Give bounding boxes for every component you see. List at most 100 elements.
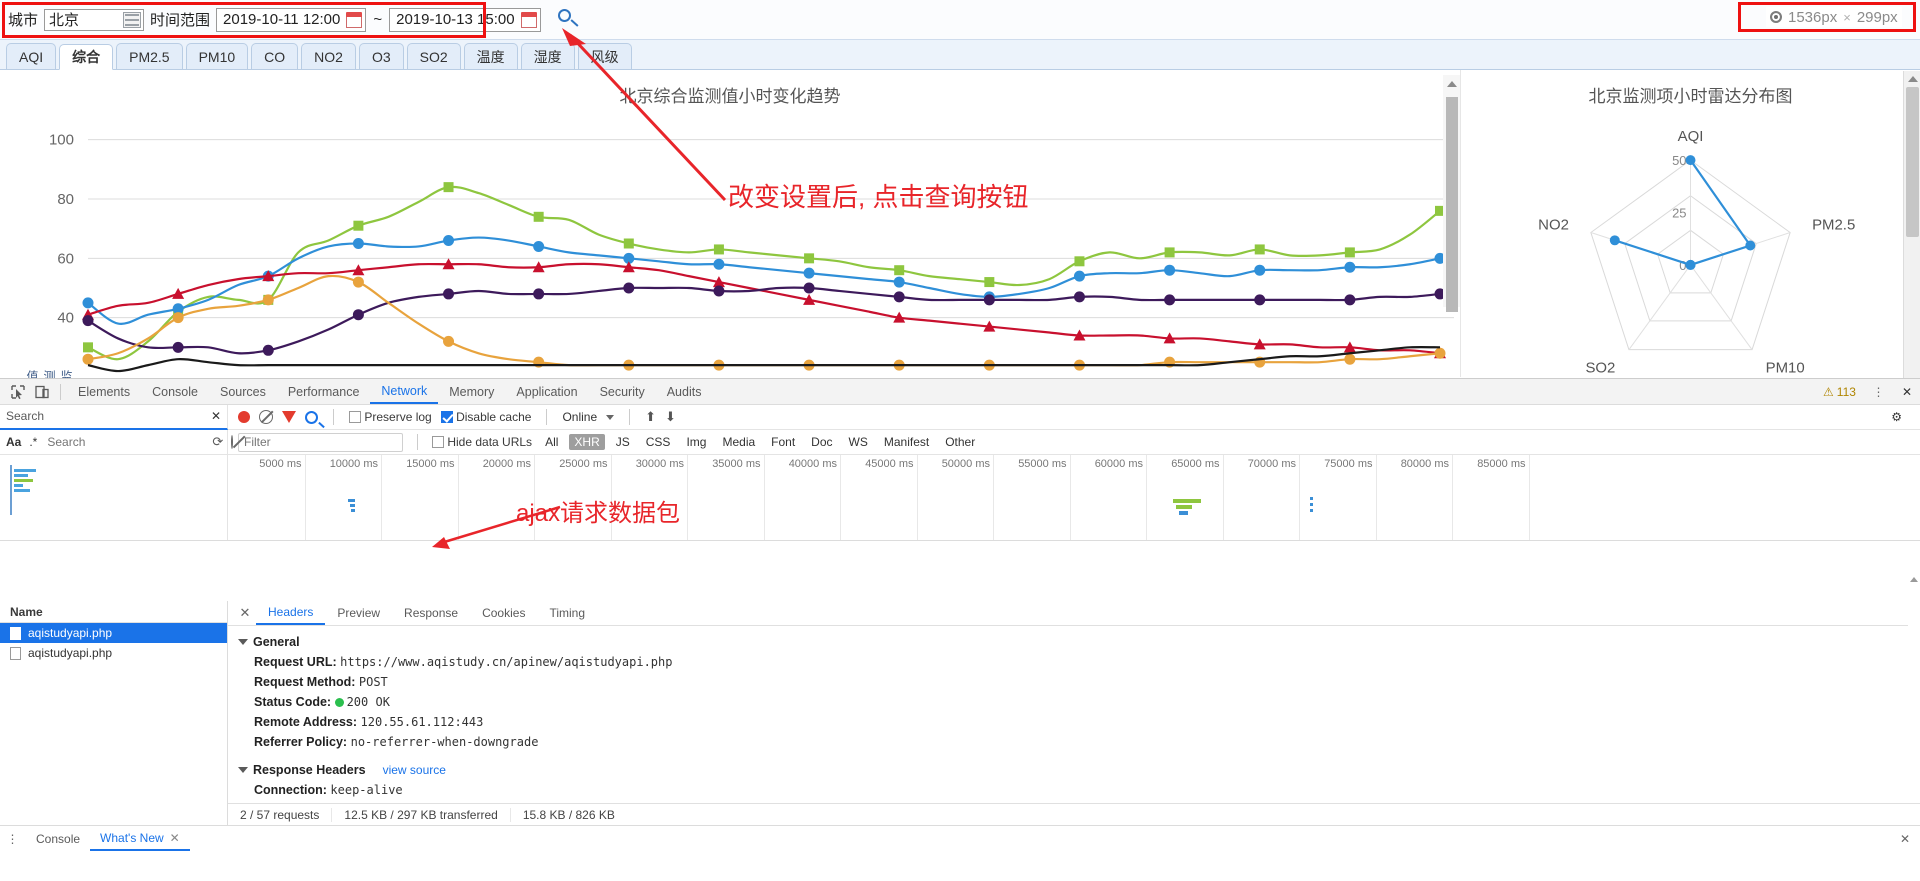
viewport-width: 1536px (1788, 8, 1838, 26)
close-icon[interactable]: ✕ (234, 605, 256, 621)
inspect-element-icon[interactable] (6, 381, 30, 403)
inner-chart-scrollbar[interactable] (1443, 75, 1460, 312)
checkbox-box (349, 411, 361, 423)
kebab-menu-icon[interactable]: ⋮ (1866, 385, 1892, 399)
disable-cache-label: Disable cache (456, 410, 532, 424)
metric-tab-风级[interactable]: 风级 (577, 43, 632, 69)
filter-type-js[interactable]: JS (611, 434, 635, 450)
timeline-tick-label: 30000 ms (635, 458, 684, 470)
metric-tab-NO2[interactable]: NO2 (301, 43, 356, 69)
filter-type-other[interactable]: Other (940, 434, 980, 450)
filter-type-css[interactable]: CSS (641, 434, 676, 450)
start-date-input[interactable]: 2019-10-11 12:00 (216, 7, 367, 32)
browser-page: 城市 北京 时间范围 2019-10-11 12:00 ~ 2019-10-13… (0, 0, 1920, 378)
metric-tab-PM2.5[interactable]: PM2.5 (116, 43, 183, 69)
regex-icon[interactable]: .* (29, 435, 37, 449)
scroll-up-icon[interactable] (1447, 81, 1457, 87)
drawer-tab-what-s-new[interactable]: What's New ✕ (90, 826, 190, 851)
detail-tab-response[interactable]: Response (392, 601, 470, 625)
filter-type-xhr[interactable]: XHR (569, 434, 605, 450)
metric-tab-PM10[interactable]: PM10 (185, 43, 249, 69)
metric-tab-湿度[interactable]: 湿度 (520, 43, 575, 69)
grid-picker-icon[interactable] (123, 11, 142, 28)
disable-cache-checkbox[interactable]: Disable cache (440, 410, 532, 424)
record-icon[interactable] (238, 411, 250, 423)
kebab-menu-icon[interactable]: ⋮ (0, 832, 26, 846)
clear-icon[interactable] (259, 410, 273, 424)
response-headers-section-header[interactable]: Response Headers view source (228, 760, 1920, 780)
detail-tab-headers[interactable]: Headers (256, 601, 326, 625)
detail-tab-timing[interactable]: Timing (537, 601, 597, 625)
metric-tab-SO2[interactable]: SO2 (406, 43, 461, 69)
metric-tab-综合[interactable]: 综合 (59, 44, 114, 70)
upload-icon[interactable]: ⬆ (645, 409, 656, 425)
metric-tab-温度[interactable]: 温度 (463, 43, 518, 69)
document-icon (10, 646, 21, 660)
city-select[interactable]: 北京 (44, 8, 145, 31)
page-scrollbar[interactable] (1903, 71, 1920, 378)
filter-type-font[interactable]: Font (766, 434, 800, 450)
filter-type-img[interactable]: Img (681, 434, 711, 450)
close-icon[interactable]: ✕ (170, 831, 180, 845)
devtools-tab-elements[interactable]: Elements (67, 379, 141, 404)
devtools-tab-performance[interactable]: Performance (277, 379, 371, 404)
series-marker-NO2 (1344, 294, 1356, 306)
scroll-up-icon[interactable] (1908, 76, 1918, 82)
filter-type-all[interactable]: All (540, 434, 563, 450)
y-axis-tick: 40 (57, 310, 74, 327)
header-key: Remote Address: (254, 715, 358, 729)
filter-type-ws[interactable]: WS (844, 434, 873, 450)
download-icon[interactable]: ⬇ (665, 409, 676, 425)
device-toolbar-icon[interactable] (30, 381, 54, 403)
scroll-up-icon[interactable] (1910, 577, 1918, 582)
devtools-tab-sources[interactable]: Sources (209, 379, 277, 404)
chevron-down-icon[interactable] (606, 414, 615, 420)
devtools-tab-network[interactable]: Network (370, 379, 439, 404)
general-section-header[interactable]: General (228, 632, 1920, 652)
filter-bar: Aa .* ⟳ Hide data URLs All XHR JS CSS Img Med… (0, 429, 1920, 455)
devtools-tab-application[interactable]: Application (505, 379, 588, 404)
metric-tab-O3[interactable]: O3 (358, 43, 404, 69)
preserve-log-checkbox[interactable]: Preserve log (349, 410, 432, 424)
series-marker-PM2.5 (893, 276, 905, 288)
request-row[interactable]: aqistudyapi.php (0, 643, 227, 663)
drawer-tab-console[interactable]: Console (26, 826, 90, 851)
viewport-height: 299px (1856, 8, 1898, 26)
calendar-icon[interactable] (346, 11, 363, 28)
devtools-tab-audits[interactable]: Audits (656, 379, 713, 404)
filter-type-manifest[interactable]: Manifest (879, 434, 934, 450)
metric-tab-CO[interactable]: CO (251, 43, 299, 69)
devtools-tab-memory[interactable]: Memory (438, 379, 505, 404)
devtools-tab-console[interactable]: Console (141, 379, 209, 404)
detail-scrollbar[interactable] (1908, 575, 1920, 825)
filter-type-media[interactable]: Media (717, 434, 760, 450)
filter-input[interactable] (238, 432, 403, 452)
gear-icon[interactable]: ⚙ (1891, 410, 1902, 424)
metric-tab-AQI[interactable]: AQI (6, 43, 57, 69)
request-detail-pane: ✕ Headers Preview Response Cookies Timing Ge… (228, 601, 1920, 825)
filter-type-doc[interactable]: Doc (806, 434, 837, 450)
view-source-link[interactable]: view source (383, 763, 446, 777)
close-icon[interactable]: ✕ (1902, 385, 1912, 399)
match-case-icon[interactable]: Aa (6, 435, 21, 449)
scrollbar-thumb[interactable] (1446, 97, 1458, 312)
throttling-value[interactable]: Online (562, 410, 597, 424)
end-date-input[interactable]: 2019-10-13 15:00 (389, 7, 541, 32)
hide-data-urls-checkbox[interactable]: Hide data URLs (432, 435, 532, 449)
search-button[interactable] (555, 7, 581, 33)
detail-tab-cookies[interactable]: Cookies (470, 601, 537, 625)
refresh-icon[interactable]: ⟳ (212, 434, 223, 450)
filter-funnel-icon[interactable] (282, 411, 296, 423)
devtools-tab-security[interactable]: Security (589, 379, 656, 404)
warning-badge[interactable]: ⚠ 113 (1823, 385, 1856, 399)
detail-tab-preview[interactable]: Preview (325, 601, 392, 625)
calendar-icon[interactable] (520, 11, 537, 28)
scrollbar-thumb[interactable] (1906, 87, 1919, 237)
request-row[interactable]: aqistudyapi.php (0, 623, 227, 643)
search-input[interactable] (45, 434, 205, 450)
close-icon[interactable]: ✕ (1900, 832, 1920, 846)
series-marker-PM2.5 (1344, 261, 1356, 273)
range-separator: ~ (373, 11, 383, 28)
search-icon[interactable] (305, 410, 318, 424)
close-icon[interactable]: ✕ (211, 409, 221, 423)
